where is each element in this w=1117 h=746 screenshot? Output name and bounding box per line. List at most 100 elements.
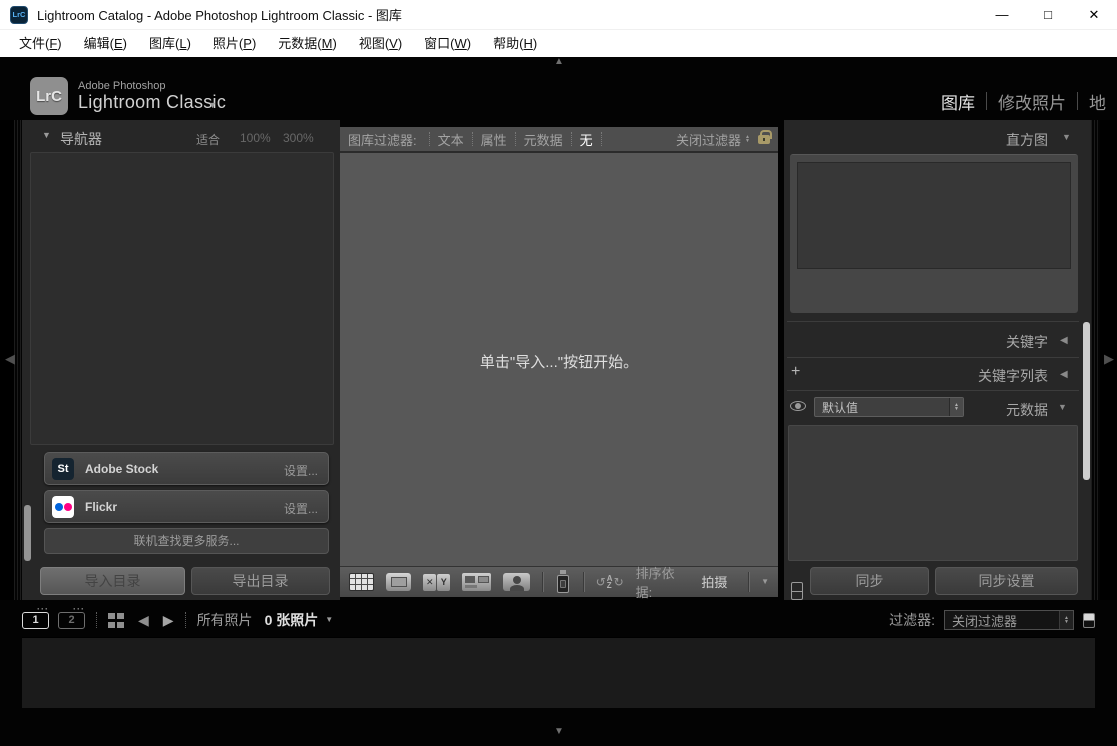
compare-view-icon[interactable] [423, 574, 450, 591]
menu-library[interactable]: 图库(L) [138, 30, 202, 57]
publish-service-settings-link[interactable]: 设置... [284, 500, 318, 517]
navigator-zoom-300[interactable]: 300% [283, 131, 314, 145]
filter-option-none[interactable]: 无 [580, 130, 593, 149]
filmstrip-well [22, 637, 1095, 708]
filter-option-metadata[interactable]: 元数据 [524, 130, 563, 149]
right-edge-ridges [1091, 120, 1100, 600]
menu-hotkey: E [114, 36, 123, 51]
toolbar-divider [748, 572, 749, 592]
rotate-right-icon: ↻ [614, 575, 624, 589]
survey-view-icon[interactable] [462, 573, 491, 591]
menu-metadata[interactable]: 元数据(M) [267, 30, 348, 57]
menu-file[interactable]: 文件(F) [8, 30, 73, 57]
second-window-button[interactable]: 2 [58, 612, 85, 629]
toolbar-divider [583, 572, 584, 592]
navigator-zoom-100[interactable]: 100% [240, 131, 271, 145]
export-catalog-button[interactable]: 导出目录 [191, 567, 330, 595]
top-panel-collapse-icon[interactable]: ▲ [547, 57, 571, 67]
menu-view[interactable]: 视图(V) [348, 30, 413, 57]
navigator-title: 导航器 [60, 129, 102, 149]
menu-label: 元数据( [278, 36, 321, 51]
bottom-panel-collapse-icon[interactable]: ▼ [547, 727, 571, 737]
sync-button[interactable]: 同步 [810, 567, 929, 595]
menu-label: ) [398, 36, 402, 51]
minimize-button[interactable]: — [979, 0, 1025, 30]
navigator-collapse-icon[interactable]: ▼ [42, 131, 51, 140]
menu-edit[interactable]: 编辑(E) [73, 30, 138, 57]
next-photo-icon[interactable]: ▶ [163, 613, 174, 627]
keywording-title[interactable]: 关键字 [784, 332, 1048, 352]
metadata-preset-dropdown[interactable]: 默认值 ▲ ▼ [814, 397, 964, 417]
metadata-title[interactable]: 元数据 [948, 400, 1048, 420]
sort-direction-icon[interactable]: ↺ ↻ [596, 575, 624, 589]
module-library[interactable]: 图库 [941, 89, 975, 114]
go-to-grid-icon[interactable] [108, 613, 124, 628]
filter-separator [601, 132, 602, 146]
left-panel-scrollbar-thumb[interactable] [24, 505, 31, 561]
module-develop[interactable]: 修改照片 [998, 89, 1066, 114]
metadata-content [788, 425, 1078, 561]
brand-lightroom-classic: Lightroom Classic [78, 92, 226, 113]
auto-sync-toggle-icon[interactable] [791, 582, 803, 600]
filmstrip-filter-label: 过滤器: [889, 610, 935, 630]
identity-plate-menu-icon[interactable]: ▼ [208, 101, 217, 110]
main-window-button[interactable]: 1 [22, 612, 49, 629]
metadata-collapse-icon[interactable]: ▼ [1058, 403, 1067, 412]
filter-separator [515, 132, 516, 146]
left-panel-collapse-icon[interactable]: ◀ [5, 352, 15, 365]
right-panel-scrollbar-thumb[interactable] [1083, 322, 1090, 480]
menu-window[interactable]: 窗口(W) [413, 30, 482, 57]
import-catalog-button[interactable]: 导入目录 [40, 567, 185, 595]
publish-service-adobe-stock[interactable]: St Adobe Stock 设置... [44, 452, 329, 485]
menu-label: ) [57, 36, 61, 51]
filmstrip-source[interactable]: 所有照片 [197, 610, 253, 630]
filter-preset-spinner-icon[interactable]: ▲ ▼ [745, 135, 750, 143]
toolbar-divider [542, 572, 543, 592]
loupe-view-icon[interactable] [386, 573, 411, 591]
menu-label: ) [123, 36, 127, 51]
left-edge-ridges [14, 120, 22, 600]
sync-settings-button[interactable]: 同步设置 [935, 567, 1078, 595]
library-filter-bar: 图库过滤器: 文本 属性 元数据 无 关闭过滤器 ▲ ▼ [340, 127, 778, 153]
filter-toggle-icon[interactable] [1083, 613, 1095, 628]
keyword-list-title[interactable]: 关键字列表 [784, 366, 1048, 386]
spin-down-icon: ▼ [1064, 620, 1069, 624]
filter-preset-dropdown[interactable]: 关闭过滤器 [676, 130, 741, 149]
source-caret-icon[interactable]: ▼ [325, 616, 333, 624]
toolbar-caret-icon[interactable]: ▼ [761, 578, 769, 586]
menu-label: 图库( [149, 36, 179, 51]
painter-spray-icon[interactable] [555, 570, 570, 594]
histogram-collapse-icon[interactable]: ▼ [1062, 133, 1071, 142]
metadata-preset-value: 默认值 [815, 399, 949, 416]
grid-view-icon[interactable] [349, 573, 374, 591]
keyword-list-collapse-icon[interactable]: ◀ [1060, 370, 1068, 380]
filter-option-attribute[interactable]: 属性 [481, 130, 507, 149]
module-separator [1077, 92, 1078, 110]
publish-service-settings-link[interactable]: 设置... [284, 462, 318, 479]
menu-label: ) [187, 36, 191, 51]
histogram-title[interactable]: 直方图 [784, 130, 1048, 150]
people-view-icon[interactable] [503, 573, 530, 591]
maximize-button[interactable]: □ [1025, 0, 1071, 30]
menu-photo[interactable]: 照片(P) [202, 30, 267, 57]
menu-label: 文件( [19, 36, 49, 51]
menu-help[interactable]: 帮助(H) [482, 30, 548, 57]
find-more-services-button[interactable]: 联机查找更多服务... [44, 528, 329, 554]
filter-option-text[interactable]: 文本 [438, 130, 464, 149]
publish-service-name: Adobe Stock [85, 462, 158, 476]
sort-value-dropdown[interactable]: 拍摄 [701, 572, 736, 592]
close-button[interactable]: ✕ [1071, 0, 1117, 30]
publish-service-flickr[interactable]: Flickr 设置... [44, 490, 329, 523]
filter-lock-icon[interactable] [758, 135, 770, 144]
library-toolbar: ↺ ↻ 排序依据: 拍摄 ▼ [340, 566, 778, 597]
right-panel-collapse-icon[interactable]: ▶ [1104, 352, 1114, 365]
window-controls: — □ ✕ [979, 0, 1117, 30]
keywording-collapse-icon[interactable]: ◀ [1060, 336, 1068, 346]
menu-label: ) [332, 36, 336, 51]
navigator-zoom-fit[interactable]: 适合 [196, 131, 220, 148]
metadata-eye-icon[interactable] [790, 401, 806, 411]
module-separator [986, 92, 987, 110]
filmstrip-filter-dropdown[interactable]: 关闭过滤器 ▲ ▼ [944, 610, 1074, 630]
previous-photo-icon[interactable]: ◀ [138, 613, 149, 627]
module-map[interactable]: 地 [1089, 89, 1106, 114]
